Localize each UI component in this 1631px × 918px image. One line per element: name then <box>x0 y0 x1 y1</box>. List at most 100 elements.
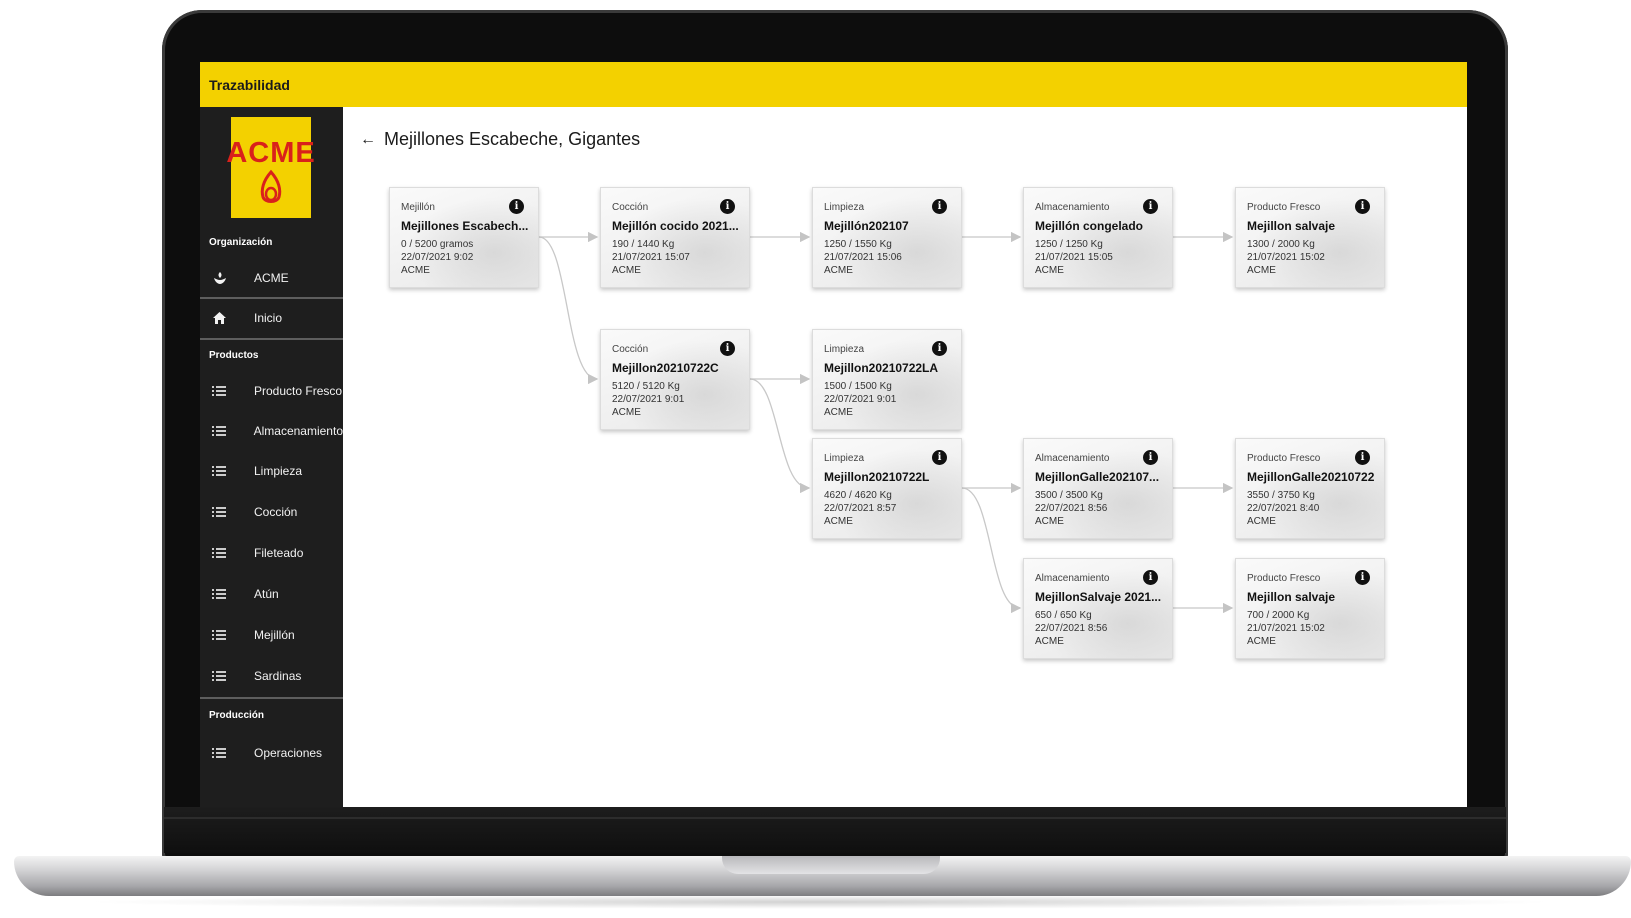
node-name: MejillonSalvaje 2021... <box>1035 590 1162 604</box>
node-date: 21/07/2021 15:02 <box>1247 623 1325 634</box>
node-date: 21/07/2021 15:05 <box>1035 252 1113 263</box>
sidebar-item-atun[interactable]: Atún <box>200 575 343 613</box>
main-content: ← Mejillones Escabeche, Gigantes i Mejil… <box>343 107 1467 807</box>
trace-node[interactable]: i Limpieza Mejillon20210722LA 1500 / 150… <box>812 329 962 430</box>
trace-node[interactable]: i Producto Fresco Mejillon salvaje 700 /… <box>1235 558 1385 659</box>
trace-node[interactable]: i Limpieza Mejillón202107 1250 / 1550 Kg… <box>812 187 962 288</box>
node-quantity: 0 / 5200 gramos <box>401 239 474 250</box>
connector-edge <box>749 378 811 494</box>
sidebar-item-limpieza[interactable]: Limpieza <box>200 452 343 490</box>
sidebar-item-acme[interactable]: ACME <box>200 259 343 297</box>
sidebar-item-label: Sardinas <box>254 669 302 683</box>
node-organization: ACME <box>1035 265 1064 276</box>
connector-edge <box>961 487 1022 614</box>
sidebar-divider <box>200 697 343 699</box>
node-quantity: 1250 / 1550 Kg <box>824 239 892 250</box>
node-organization: ACME <box>1035 636 1064 647</box>
sidebar-item-coccion[interactable]: Cocción <box>200 493 343 531</box>
trace-node[interactable]: i Cocción Mejillón cocido 2021... 190 / … <box>600 187 750 288</box>
sidebar-item-label: Inicio <box>254 311 283 325</box>
node-quantity: 650 / 650 Kg <box>1035 610 1092 621</box>
node-date: 21/07/2021 15:02 <box>1247 252 1325 263</box>
node-date: 21/07/2021 15:06 <box>824 252 902 263</box>
node-category: Producto Fresco <box>1247 453 1321 464</box>
node-date: 22/07/2021 8:56 <box>1035 623 1108 634</box>
node-category: Cocción <box>612 344 649 355</box>
node-quantity: 4620 / 4620 Kg <box>824 490 892 501</box>
home-icon <box>212 311 232 325</box>
logo-text: ACME <box>226 137 316 169</box>
node-date: 21/07/2021 15:07 <box>612 252 690 263</box>
list-icon <box>212 748 232 758</box>
trace-node[interactable]: i Cocción Mejillon20210722C 5120 / 5120 … <box>600 329 750 430</box>
sidebar-item-label: Operaciones <box>254 746 323 760</box>
node-name: Mejillon salvaje <box>1247 590 1336 604</box>
trace-node[interactable]: i Limpieza Mejillon20210722L 4620 / 4620… <box>812 438 962 539</box>
sidebar-item-producto-fresco[interactable]: Producto Fresco <box>200 372 343 410</box>
section-products: Productos <box>209 350 259 361</box>
node-quantity: 190 / 1440 Kg <box>612 239 675 250</box>
mussel-logo-icon <box>260 169 282 203</box>
node-organization: ACME <box>824 265 853 276</box>
sidebar-item-label: Producto Fresco <box>254 384 343 398</box>
sidebar-item-label: Cocción <box>254 505 298 519</box>
node-category: Mejillón <box>401 202 435 213</box>
sidebar-divider <box>200 338 343 340</box>
sidebar-item-sardinas[interactable]: Sardinas <box>200 657 343 695</box>
node-category: Cocción <box>612 202 649 213</box>
node-date: 22/07/2021 9:01 <box>824 394 897 405</box>
trace-node[interactable]: i Producto Fresco MejillonGalle20210722 … <box>1235 438 1385 539</box>
sidebar-item-inicio[interactable]: Inicio <box>200 299 343 337</box>
trace-node[interactable]: i Producto Fresco Mejillon salvaje 1300 … <box>1235 187 1385 288</box>
node-category: Limpieza <box>824 344 865 355</box>
sidebar-item-label: Atún <box>254 587 279 601</box>
node-quantity: 3500 / 3500 Kg <box>1035 490 1103 501</box>
sidebar-item-label: Fileteado <box>254 546 304 560</box>
list-icon <box>212 466 232 476</box>
sidebar-item-label: ACME <box>254 271 289 285</box>
node-name: Mejillones Escabech... <box>401 219 529 233</box>
sidebar-item-label: Almacenamiento <box>253 424 343 438</box>
trace-node[interactable]: i Almacenamiento Mejillón congelado 1250… <box>1023 187 1173 288</box>
node-date: 22/07/2021 9:02 <box>401 252 474 263</box>
traceability-graph: i Mejillón Mejillones Escabech... 0 / 52… <box>343 107 1467 807</box>
trace-node[interactable]: i Almacenamiento MejillonGalle202107... … <box>1023 438 1173 539</box>
list-icon <box>212 589 232 599</box>
node-category: Limpieza <box>824 202 865 213</box>
node-category: Almacenamiento <box>1035 202 1110 213</box>
trace-node[interactable]: i Mejillón Mejillones Escabech... 0 / 52… <box>389 187 539 288</box>
node-quantity: 1300 / 2000 Kg <box>1247 239 1315 250</box>
node-quantity: 5120 / 5120 Kg <box>612 381 680 392</box>
node-name: Mejillon20210722LA <box>824 361 939 375</box>
node-category: Producto Fresco <box>1247 573 1321 584</box>
sidebar-item-almacenamiento[interactable]: Almacenamiento <box>200 412 343 450</box>
node-name: Mejillon20210722L <box>824 470 930 484</box>
sidebar-item-mejillon[interactable]: Mejillón <box>200 616 343 654</box>
acme-logo[interactable]: ACME <box>226 117 315 218</box>
node-date: 22/07/2021 8:56 <box>1035 503 1108 514</box>
laptop-base-notch <box>722 856 940 874</box>
trace-node[interactable]: i Almacenamiento MejillonSalvaje 2021...… <box>1023 558 1173 659</box>
node-name: MejillonGalle20210722 <box>1247 470 1375 484</box>
sidebar-item-operaciones[interactable]: Operaciones <box>200 734 343 772</box>
node-organization: ACME <box>401 265 430 276</box>
node-quantity: 700 / 2000 Kg <box>1247 610 1310 621</box>
top-bar: Trazabilidad <box>200 62 1467 107</box>
list-icon <box>212 630 232 640</box>
section-production: Producción <box>209 710 265 721</box>
node-organization: ACME <box>612 265 641 276</box>
sidebar-item-fileteado[interactable]: Fileteado <box>200 534 343 572</box>
node-category: Producto Fresco <box>1247 202 1321 213</box>
node-name: MejillonGalle202107... <box>1035 470 1160 484</box>
node-organization: ACME <box>824 407 853 418</box>
list-icon <box>212 548 232 558</box>
node-name: Mejillón cocido 2021... <box>612 219 739 233</box>
hand-sprout-icon <box>212 270 232 286</box>
laptop-chin-line <box>164 817 1506 819</box>
node-date: 22/07/2021 8:57 <box>824 503 897 514</box>
node-category: Limpieza <box>824 453 865 464</box>
node-quantity: 3550 / 3750 Kg <box>1247 490 1315 501</box>
node-name: Mejillón202107 <box>824 219 909 233</box>
node-organization: ACME <box>1247 636 1276 647</box>
sidebar: ACME Organización ACME Inicio Productos … <box>200 107 343 807</box>
